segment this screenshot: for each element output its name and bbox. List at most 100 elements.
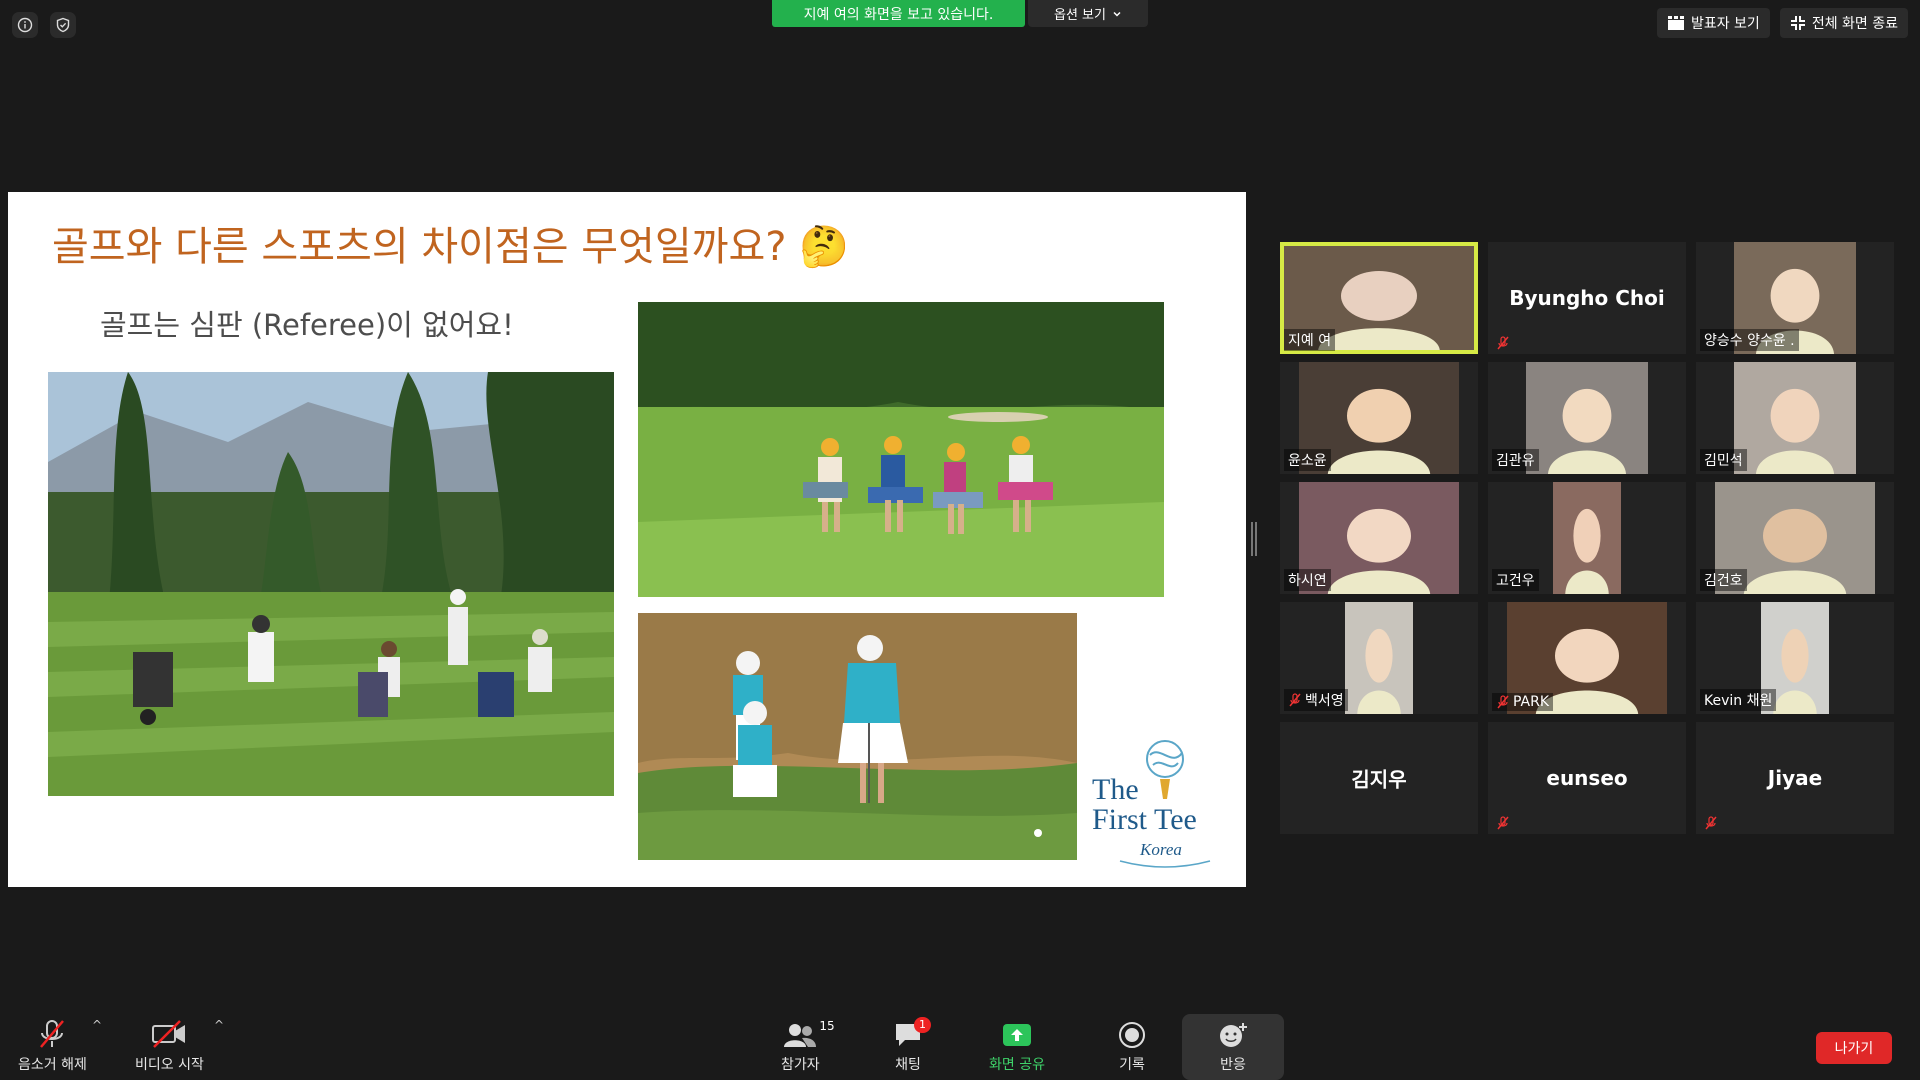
participant-video [1734,362,1856,474]
participants-count: 15 [819,1019,835,1033]
participant-name-tag: PARK [1492,693,1554,711]
reactions-label: 반응 [1220,1057,1246,1073]
participant-name-tag: 백서영 [1284,689,1348,711]
participant-tile[interactable]: Jiyae [1696,722,1894,834]
sharing-banner: 지예 여의 화면을 보고 있습니다. [772,0,1025,27]
mic-muted-icon [1289,693,1301,707]
exit-fullscreen-label: 전체 화면 종료 [1811,16,1898,32]
panel-splitter-handle[interactable] [1251,522,1257,556]
participant-video [1553,482,1621,594]
speaker-view-button[interactable]: 발표자 보기 [1656,8,1770,38]
share-screen-label: 화면 공유 [989,1057,1045,1073]
participant-name-tag: 하시연 [1284,569,1331,591]
participant-tile[interactable]: PARK [1488,602,1686,714]
video-options-caret-icon[interactable]: ^ [214,1018,224,1032]
unmute-button[interactable]: 음소거 해제 [18,1019,87,1074]
mic-muted-icon [1497,816,1509,830]
chevron-down-icon [1113,11,1121,17]
sharing-banner-text: 지예 여의 화면을 보고 있습니다. [803,6,994,23]
video-off-icon [152,1020,186,1048]
participant-name: 김건호 [1704,573,1743,589]
participant-name: 김민석 [1704,453,1743,469]
record-button[interactable]: 기록 [1118,1021,1146,1074]
meeting-toolbar: 음소거 해제 ^ 비디오 시작 ^ 15 참가자 1 채팅 화면 공유 기록 반… [0,1000,1920,1080]
smiley-plus-icon [1220,1023,1247,1047]
view-options-label: 옵션 보기 [1054,8,1106,23]
participant-name: PARK [1513,694,1550,710]
participants-icon [784,1024,817,1047]
participant-name-center: Byungho Choi [1509,286,1665,310]
participant-name-center: 김지우 [1351,767,1407,792]
logo-line1: The [1092,773,1139,806]
top-left-icons [12,12,76,38]
share-screen-icon [1002,1024,1031,1046]
chat-button[interactable]: 1 채팅 [893,1017,931,1074]
participant-name: 고건우 [1496,573,1535,589]
participant-name-tag: 양승수 양수윤 . [1700,329,1799,351]
participants-button[interactable]: 15 참가자 [781,1019,835,1074]
exit-fullscreen-icon [1790,16,1805,30]
participant-name-tag: 김건호 [1700,569,1747,591]
participant-name: 하시연 [1288,573,1327,589]
participants-icon-wrap: 15 [783,1019,835,1049]
reactions-button[interactable]: 반응 [1218,1021,1248,1074]
slide-title: 골프와 다른 스포츠의 차이점은 무엇일까요? 🤔 [52,224,850,270]
participant-tile[interactable]: Byungho Choi [1488,242,1686,354]
unmute-label: 음소거 해제 [18,1057,87,1073]
participants-label: 참가자 [781,1057,820,1073]
participant-video [1526,362,1648,474]
participant-tile[interactable]: 김민석 [1696,362,1894,474]
participant-tile[interactable]: Kevin 채원 [1696,602,1894,714]
chat-badge: 1 [914,1017,931,1033]
mic-muted-icon [1497,336,1509,350]
participant-tile[interactable]: 김건호 [1696,482,1894,594]
participant-name-tag: Kevin 채원 [1700,689,1777,711]
participant-name-tag: 김민석 [1700,449,1747,471]
participant-tile[interactable]: 양승수 양수윤 . [1696,242,1894,354]
participant-name: Kevin 채원 [1704,693,1773,709]
participant-name-tag [1700,815,1722,831]
girls-putting-photo [638,613,1077,860]
chat-label: 채팅 [895,1057,921,1073]
participant-name-tag: 김관유 [1492,449,1539,471]
participant-name-tag [1492,815,1514,831]
exit-fullscreen-button[interactable]: 전체 화면 종료 [1779,8,1908,38]
participant-tile[interactable]: 지예 여 [1280,242,1478,354]
participant-name: 윤소윤 [1288,453,1327,469]
start-video-button[interactable]: 비디오 시작 [135,1019,204,1074]
participant-name: 백서영 [1305,693,1344,709]
audio-options-caret-icon[interactable]: ^ [92,1018,102,1032]
participant-tile[interactable]: 고건우 [1488,482,1686,594]
share-screen-button[interactable]: 화면 공유 [989,1021,1045,1074]
logo-line3: Korea [1139,840,1182,859]
participant-name: 지예 여 [1288,333,1332,349]
participant-tile[interactable]: 백서영 [1280,602,1478,714]
participant-name-center: eunseo [1546,766,1628,790]
participant-name-tag: 지예 여 [1284,329,1336,351]
mic-muted-icon [40,1020,65,1048]
top-right-controls: 발표자 보기 전체 화면 종료 [1656,8,1908,38]
speaker-view-label: 발표자 보기 [1690,16,1760,32]
start-video-label: 비디오 시작 [135,1057,204,1073]
participant-name: 김관유 [1496,453,1535,469]
participant-name-center: Jiyae [1767,766,1823,790]
girls-walking-photo [638,302,1164,597]
participant-video [1345,602,1413,714]
participant-tile[interactable]: 김관유 [1488,362,1686,474]
shield-icon[interactable] [50,12,76,38]
leave-button[interactable]: 나가기 [1816,1032,1892,1064]
participant-tile[interactable]: eunseo [1488,722,1686,834]
participant-tile[interactable]: 윤소윤 [1280,362,1478,474]
logo-line2: First Tee [1092,803,1197,836]
view-options-button[interactable]: 옵션 보기 [1028,0,1148,27]
chat-icon-wrap: 1 [893,1017,931,1049]
mic-muted-icon [1497,695,1509,709]
participant-gallery: 지예 여 Byungho Choi 양승수 양수윤 . 윤소윤 김관유 김민석하시연 고건우… [1280,242,1896,834]
participant-tile[interactable]: 김지우 [1280,722,1478,834]
speaker-view-icon [1667,16,1684,30]
participant-tile[interactable]: 하시연 [1280,482,1478,594]
info-icon[interactable] [12,12,38,38]
participant-name-tag: 고건우 [1492,569,1539,591]
golf-kids-photo [48,372,614,796]
participant-name-tag: 윤소윤 [1284,449,1331,471]
